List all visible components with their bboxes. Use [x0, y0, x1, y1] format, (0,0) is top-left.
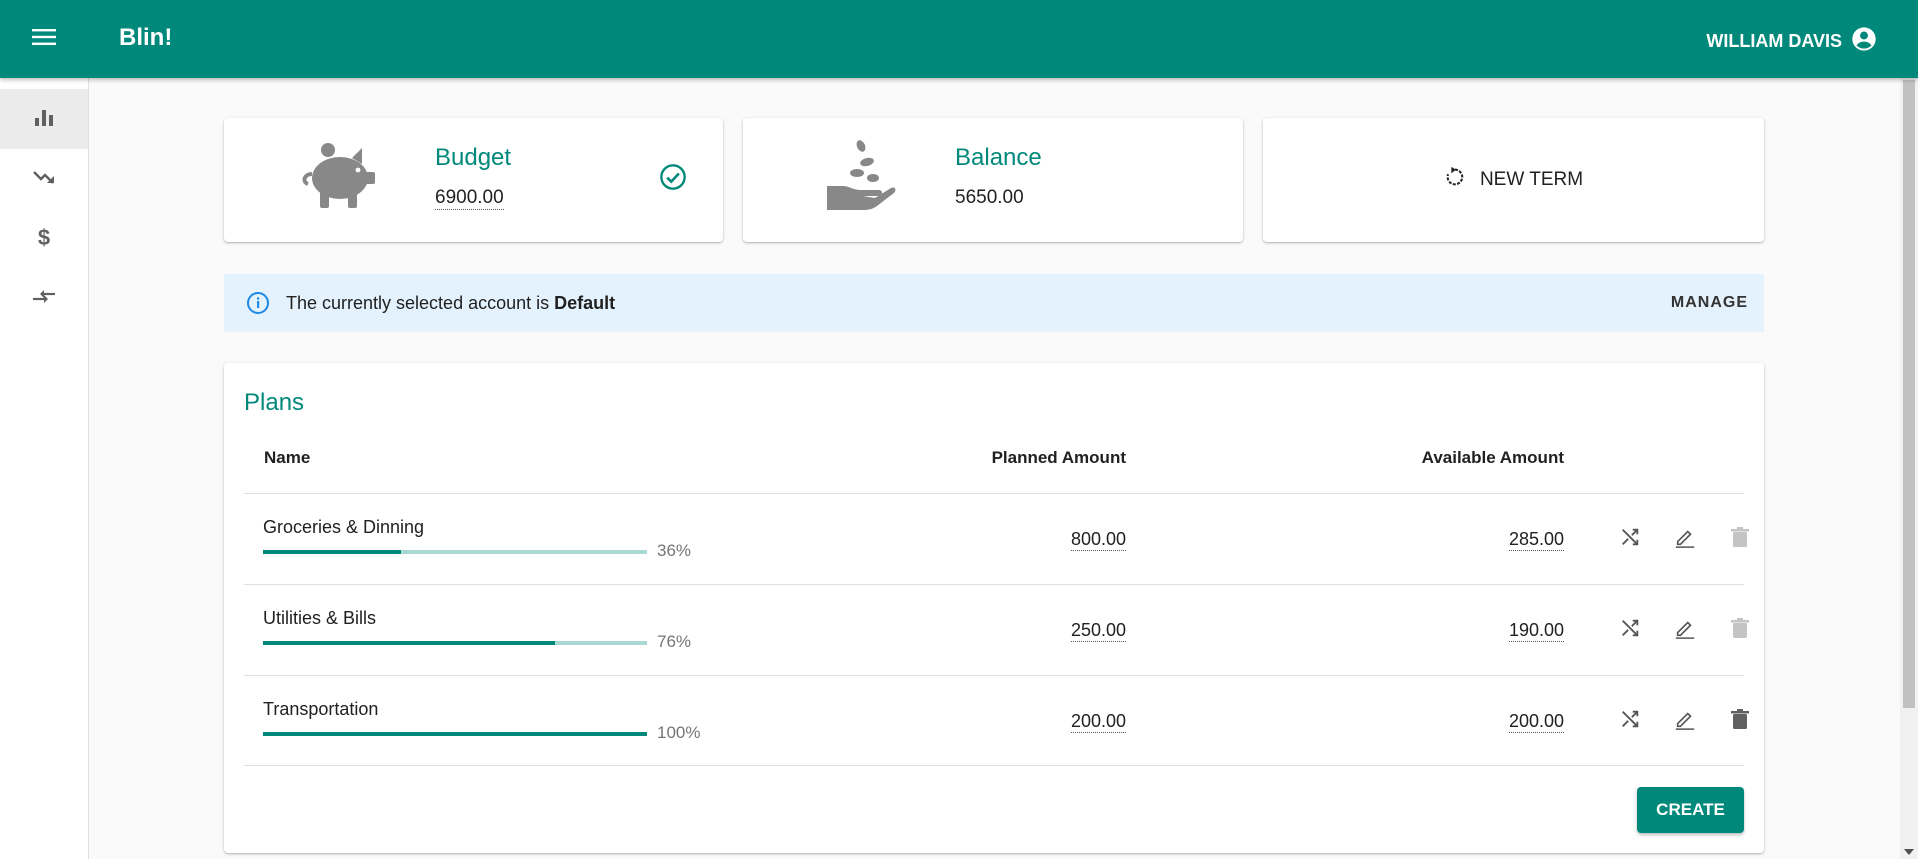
delete-button[interactable] — [1728, 708, 1752, 735]
plan-progress-fill — [263, 641, 555, 645]
edit-button[interactable] — [1673, 709, 1697, 733]
balance-value: 5650.00 — [955, 187, 1024, 208]
info-icon — [246, 291, 270, 320]
account-circle-icon — [1850, 25, 1878, 58]
hand-coins-icon — [823, 138, 899, 219]
trending-down-icon — [32, 165, 56, 194]
shuffle-icon — [1619, 617, 1641, 644]
scrollbar[interactable] — [1900, 78, 1918, 859]
shuffle-icon — [1619, 708, 1641, 735]
sidebar-item-transfers[interactable] — [0, 269, 88, 329]
plan-name: Transportation — [263, 699, 379, 719]
compare-arrows-icon — [31, 285, 57, 314]
delete-button[interactable] — [1728, 526, 1752, 553]
delete-button[interactable] — [1728, 617, 1752, 644]
delete-icon — [1730, 617, 1750, 644]
scrollbar-thumb[interactable] — [1903, 80, 1915, 708]
plan-progress-label: 76% — [657, 632, 692, 651]
edit-button[interactable] — [1673, 527, 1697, 551]
user-name: WILLIAM DAVIS — [1706, 31, 1842, 51]
edit-button[interactable] — [1673, 618, 1697, 642]
sidebar-item-dashboard[interactable] — [0, 89, 88, 149]
scroll-down-icon[interactable] — [1904, 849, 1914, 855]
shuffle-button[interactable] — [1618, 618, 1642, 642]
delete-icon — [1730, 708, 1750, 735]
table-row: Groceries & Dinning 36% 800.00 285.00 — [244, 493, 1749, 584]
selected-account-name: Default — [554, 293, 616, 313]
plans-card: Plans Name Planned Amount Available Amou… — [224, 363, 1764, 853]
menu-icon — [32, 28, 56, 51]
account-alert: The currently selected account is Defaul… — [224, 274, 1764, 332]
edit-icon — [1674, 708, 1696, 735]
app-title: Blin! — [119, 24, 173, 51]
delete-icon — [1730, 526, 1750, 553]
dollar-icon: $ — [32, 224, 56, 255]
menu-button[interactable] — [26, 24, 62, 54]
shuffle-button[interactable] — [1618, 709, 1642, 733]
column-header-available: Available Amount — [1421, 448, 1564, 467]
shuffle-button[interactable] — [1618, 527, 1642, 551]
manage-button[interactable]: MANAGE — [1671, 294, 1748, 312]
piggy-bank-icon — [300, 138, 378, 215]
bar-chart-icon — [32, 105, 56, 134]
column-header-planned: Planned Amount — [991, 448, 1126, 467]
planned-amount[interactable]: 200.00 — [1070, 711, 1126, 733]
check-circle-icon — [659, 163, 687, 196]
user-menu[interactable]: WILLIAM DAVIS — [1706, 25, 1878, 58]
column-header-name: Name — [264, 448, 311, 467]
plan-name: Groceries & Dinning — [263, 517, 425, 537]
sidebar-item-expenses[interactable] — [0, 149, 88, 209]
budget-value[interactable]: 6900.00 — [435, 187, 504, 210]
plan-progress-bar — [263, 550, 647, 554]
available-amount[interactable]: 285.00 — [1508, 529, 1564, 551]
new-term-label: NEW TERM — [1479, 169, 1584, 190]
edit-icon — [1674, 526, 1696, 553]
table-row: Utilities & Bills 76% 250.00 190.00 — [244, 584, 1749, 675]
restart-icon — [1444, 166, 1466, 194]
plan-name: Utilities & Bills — [263, 608, 377, 628]
plan-progress-fill — [263, 732, 647, 736]
plan-progress-bar — [263, 732, 647, 736]
shuffle-icon — [1619, 526, 1641, 553]
available-amount[interactable]: 200.00 — [1508, 711, 1564, 733]
new-term-button[interactable]: NEW TERM — [1263, 118, 1764, 242]
alert-text-prefix: The currently selected account is — [286, 293, 550, 313]
budget-title: Budget — [435, 144, 512, 171]
sidebar-item-income[interactable]: $ — [0, 209, 88, 269]
planned-amount[interactable]: 250.00 — [1070, 620, 1126, 642]
app-bar: Blin! WILLIAM DAVIS — [0, 0, 1918, 78]
plan-progress-label: 100% — [657, 723, 701, 742]
plan-progress-label: 36% — [657, 541, 692, 560]
plans-title: Plans — [244, 389, 305, 416]
table-row: Transportation 100% 200.00 200.00 — [244, 675, 1749, 766]
create-plan-button[interactable]: CREATE — [1637, 787, 1744, 833]
plan-progress-bar — [263, 641, 647, 645]
balance-card: Balance 5650.00 — [743, 118, 1243, 242]
plan-progress-fill — [263, 550, 402, 554]
alert-text: The currently selected account is Defaul… — [286, 293, 615, 314]
sidebar: $ — [0, 78, 89, 859]
planned-amount[interactable]: 800.00 — [1070, 529, 1126, 551]
svg-text:$: $ — [38, 225, 50, 250]
edit-icon — [1674, 617, 1696, 644]
balance-title: Balance — [955, 144, 1042, 171]
available-amount[interactable]: 190.00 — [1508, 620, 1564, 642]
budget-card: Budget 6900.00 — [224, 118, 723, 242]
